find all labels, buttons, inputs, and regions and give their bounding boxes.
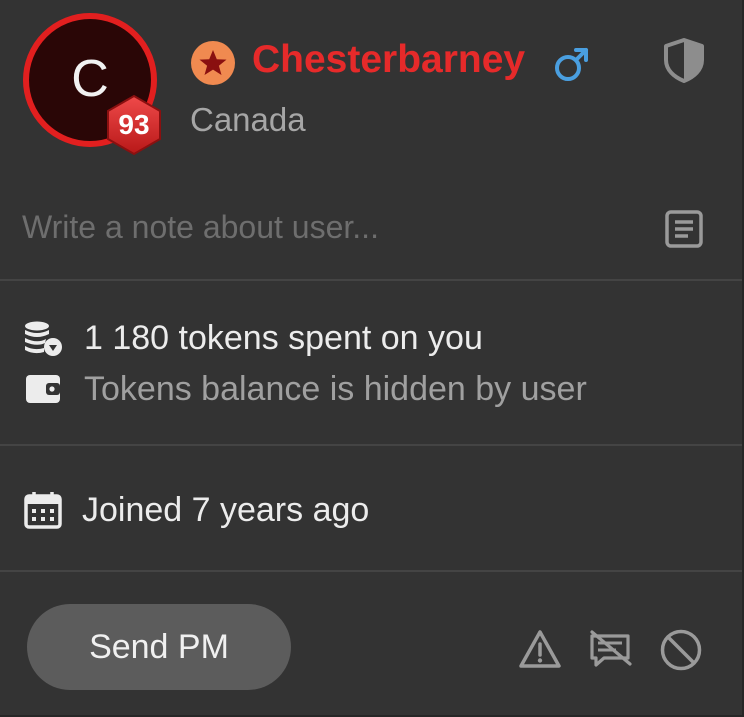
user-profile-card: C 93 Chesterbarney Canada Write a note a… [0,0,744,717]
level-badge: 93 [103,94,165,156]
profile-header: C 93 Chesterbarney Canada [0,0,742,175]
coins-icon [22,318,66,358]
user-note-section [0,175,742,281]
male-icon [552,44,592,84]
wallet-icon [22,369,66,409]
joined-line: Joined 7 years ago [22,490,369,530]
calendar-icon [22,490,66,530]
star-badge-icon [190,40,236,86]
username[interactable]: Chesterbarney [252,38,525,82]
block-icon[interactable] [659,628,703,672]
user-country: Canada [190,101,306,138]
joined-section: Joined 7 years ago [0,446,742,572]
tokens-spent-line: 1 180 tokens spent on you [22,318,483,358]
tokens-spent-text: 1 180 tokens spent on you [84,318,483,357]
tokens-balance-text: Tokens balance is hidden by user [84,369,587,408]
actions-footer: Send PM [0,572,742,715]
level-number: 93 [118,109,150,140]
tokens-balance-line: Tokens balance is hidden by user [22,369,587,409]
tokens-section: 1 180 tokens spent on you Tokens balance… [0,281,742,446]
note-icon[interactable] [664,209,704,249]
joined-text: Joined 7 years ago [82,490,370,529]
warning-icon[interactable] [518,628,562,672]
shield-icon[interactable] [660,36,708,84]
send-pm-button[interactable]: Send PM [27,604,291,690]
chat-disabled-icon[interactable] [588,628,632,672]
user-note-input[interactable] [22,197,642,257]
